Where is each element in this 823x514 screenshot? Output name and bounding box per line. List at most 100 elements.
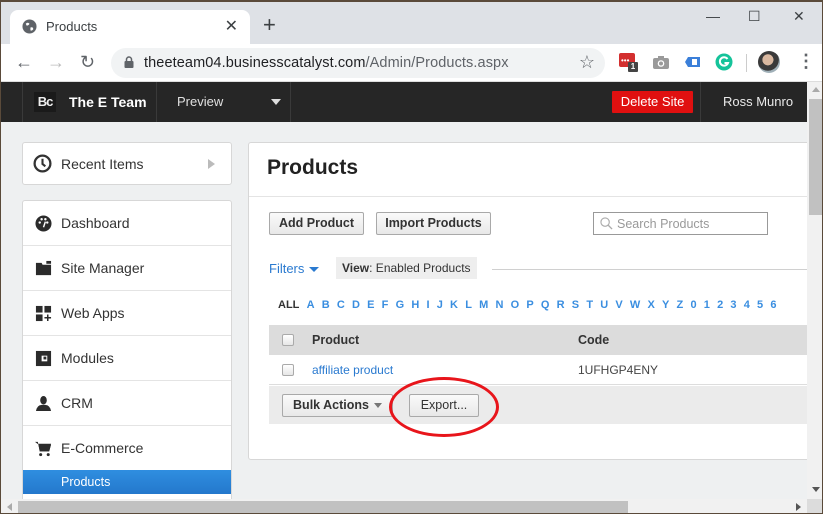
browser-window: Products ✕ + — ☐ ✕ ← → ↻ theeteam04.busi… <box>0 0 823 514</box>
url-path: /Admin/Products.aspx <box>365 55 509 71</box>
view-value: : Enabled Products <box>369 261 471 275</box>
alpha-filter-g[interactable]: G <box>396 299 405 311</box>
sidebar-item-e-commerce[interactable]: E-Commerce <box>23 426 231 471</box>
close-window-icon[interactable]: ✕ <box>793 8 805 25</box>
delete-site-button[interactable]: Delete Site <box>612 91 693 113</box>
maximize-icon[interactable]: ☐ <box>748 8 761 25</box>
scrollbar-corner <box>807 499 822 513</box>
alpha-filter-d[interactable]: D <box>352 299 360 311</box>
view-badge[interactable]: View: Enabled Products <box>336 257 477 279</box>
alpha-filter-b[interactable]: B <box>322 299 330 311</box>
product-name-link[interactable]: affiliate product <box>312 363 393 377</box>
alpha-filter-y[interactable]: Y <box>662 299 669 311</box>
alpha-filter-n[interactable]: N <box>495 299 503 311</box>
alpha-filter-4[interactable]: 4 <box>744 299 750 311</box>
alpha-filter-a[interactable]: A <box>307 299 315 311</box>
scroll-up-icon[interactable] <box>812 87 820 92</box>
alpha-filter-all[interactable]: ALL <box>278 299 299 311</box>
close-tab-icon[interactable]: ✕ <box>225 16 238 36</box>
forward-icon[interactable]: → <box>47 52 65 72</box>
minimize-icon[interactable]: — <box>706 8 720 24</box>
vertical-scroll-thumb[interactable] <box>809 99 822 215</box>
row-checkbox[interactable] <box>282 364 294 376</box>
alpha-filter-h[interactable]: H <box>411 299 419 311</box>
new-tab-icon[interactable]: + <box>263 14 276 36</box>
alpha-filter-m[interactable]: M <box>479 299 488 311</box>
scroll-right-icon[interactable] <box>796 503 801 511</box>
alpha-filter-e[interactable]: E <box>367 299 374 311</box>
address-bar[interactable]: theeteam04.businesscatalyst.com/Admin/Pr… <box>111 48 605 78</box>
sidebar-item-web-apps[interactable]: Web Apps <box>23 291 231 336</box>
user-menu[interactable]: Ross Munro <box>723 94 793 109</box>
profile-avatar[interactable] <box>758 51 780 73</box>
site-name: The E Team <box>69 94 147 110</box>
alpha-filter-w[interactable]: W <box>630 299 640 311</box>
clock-icon <box>33 154 52 173</box>
alpha-filter-o[interactable]: O <box>511 299 520 311</box>
horizontal-scrollbar[interactable] <box>1 499 807 513</box>
sidebar-item-site-manager[interactable]: Site Manager <box>23 246 231 291</box>
page-viewport: Bc The E Team Preview Delete Site Ross M… <box>1 82 807 499</box>
browser-menu-icon[interactable]: ⋮ <box>797 51 815 71</box>
search-input[interactable] <box>617 215 765 232</box>
reload-icon[interactable]: ↻ <box>80 52 95 72</box>
alpha-filter-s[interactable]: S <box>572 299 579 311</box>
recent-items-button[interactable]: Recent Items <box>22 142 232 185</box>
bookmark-star-icon[interactable]: ☆ <box>579 52 595 73</box>
sidebar-item-crm[interactable]: CRM <box>23 381 231 426</box>
site-brand[interactable]: Bc The E Team <box>23 82 157 122</box>
alpha-filter-j[interactable]: J <box>437 299 443 311</box>
alpha-filter-t[interactable]: T <box>586 299 593 311</box>
browser-tab[interactable]: Products ✕ <box>10 10 250 44</box>
search-products-field[interactable] <box>593 212 768 235</box>
page-title: Products <box>267 156 359 179</box>
dashboard-icon <box>35 215 52 232</box>
alpha-filter-v[interactable]: V <box>615 299 622 311</box>
sidebar-item-modules[interactable]: Modules <box>23 336 231 381</box>
vertical-scrollbar[interactable] <box>807 82 822 499</box>
sidebar-item-label: CRM <box>61 395 93 411</box>
alpha-filter-6[interactable]: 6 <box>770 299 776 311</box>
sidebar-item-dashboard[interactable]: Dashboard <box>23 201 231 246</box>
import-products-button[interactable]: Import Products <box>376 212 491 235</box>
alpha-filter-p[interactable]: P <box>526 299 533 311</box>
select-all-checkbox[interactable] <box>282 334 294 346</box>
divider <box>492 269 807 270</box>
alpha-filter-l[interactable]: L <box>465 299 472 311</box>
add-product-button[interactable]: Add Product <box>269 212 364 235</box>
alpha-filter-u[interactable]: U <box>600 299 608 311</box>
preview-label: Preview <box>177 94 224 109</box>
scroll-down-icon[interactable] <box>812 487 820 492</box>
alpha-filter-1[interactable]: 1 <box>704 299 710 311</box>
bulk-actions-dropdown[interactable]: Bulk Actions <box>282 394 393 417</box>
alpha-filter-q[interactable]: Q <box>541 299 550 311</box>
grammarly-extension-icon[interactable] <box>715 53 733 71</box>
sidebar-subitem-products[interactable]: Products <box>23 470 231 494</box>
alpha-filter-x[interactable]: X <box>647 299 654 311</box>
alpha-filter-k[interactable]: K <box>450 299 458 311</box>
alpha-filter-c[interactable]: C <box>337 299 345 311</box>
camera-extension-icon[interactable] <box>652 53 670 71</box>
filters-toggle[interactable]: Filters <box>269 261 304 276</box>
alpha-filter-z[interactable]: Z <box>677 299 684 311</box>
alpha-filter-3[interactable]: 3 <box>730 299 736 311</box>
browser-toolbar: ← → ↻ theeteam04.businesscatalyst.com/Ad… <box>1 44 822 82</box>
alpha-filter-f[interactable]: F <box>382 299 389 311</box>
alpha-filter-0[interactable]: 0 <box>690 299 696 311</box>
export-button[interactable]: Export... <box>409 394 479 417</box>
scroll-left-icon[interactable] <box>7 503 12 511</box>
alpha-filter-i[interactable]: I <box>426 299 429 311</box>
url-host: theeteam04.businesscatalyst.com <box>144 55 366 71</box>
column-header-code[interactable]: Code <box>578 333 609 347</box>
alpha-filter-5[interactable]: 5 <box>757 299 763 311</box>
column-header-product[interactable]: Product <box>312 333 359 347</box>
horizontal-scroll-thumb[interactable] <box>18 501 628 513</box>
back-icon[interactable]: ← <box>15 52 33 72</box>
bulk-actions-label: Bulk Actions <box>293 398 369 412</box>
preview-dropdown[interactable]: Preview <box>157 82 291 122</box>
lastpass-extension-icon[interactable]: ••• 1 <box>619 53 638 72</box>
tag-extension-icon[interactable] <box>684 53 702 71</box>
alpha-filter-2[interactable]: 2 <box>717 299 723 311</box>
sidebar-item-label: E-Commerce <box>61 440 144 456</box>
alpha-filter-r[interactable]: R <box>557 299 565 311</box>
